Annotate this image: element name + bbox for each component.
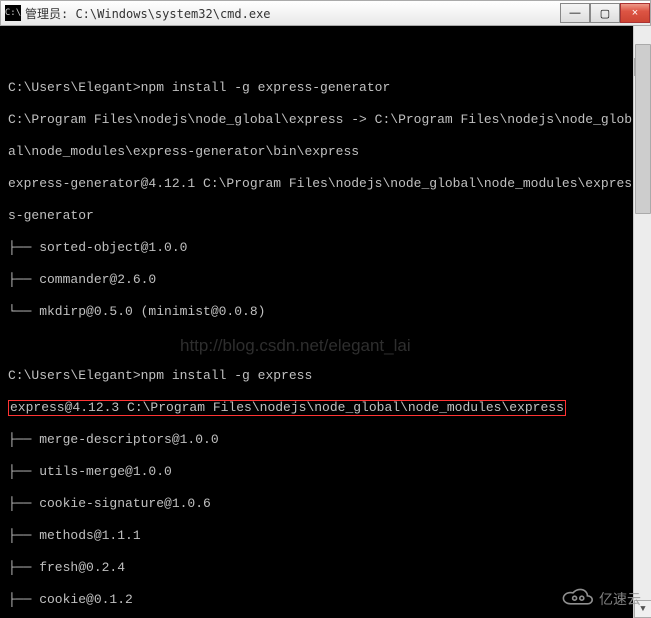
- prompt-line: C:\Users\Elegant>npm install -g express: [8, 368, 645, 384]
- minimize-button[interactable]: —: [560, 3, 590, 23]
- prompt-line: C:\Users\Elegant>npm install -g express-…: [8, 80, 645, 96]
- output-line: [8, 48, 645, 64]
- brand-text: 亿速云: [599, 589, 641, 609]
- output-line: express@4.12.3 C:\Program Files\nodejs\n…: [8, 400, 645, 416]
- output-line: al\node_modules\express-generator\bin\ex…: [8, 144, 645, 160]
- output-line: express-generator@4.12.1 C:\Program File…: [8, 176, 645, 192]
- dep-line: └── mkdirp@0.5.0 (minimist@0.0.8): [8, 304, 645, 320]
- scrollbar[interactable]: ▲ ▼: [633, 26, 651, 618]
- terminal-output[interactable]: C:\Users\Elegant>npm install -g express-…: [0, 26, 651, 618]
- window-controls: — ▢ ×: [560, 3, 650, 23]
- dep-line: ├── merge-descriptors@1.0.0: [8, 432, 645, 448]
- dep-line: ├── fresh@0.2.4: [8, 560, 645, 576]
- output-line: C:\Program Files\nodejs\node_global\expr…: [8, 112, 645, 128]
- titlebar: C:\ 管理员: C:\Windows\system32\cmd.exe — ▢…: [0, 0, 651, 26]
- dep-line: ├── methods@1.1.1: [8, 528, 645, 544]
- dep-line: ├── commander@2.6.0: [8, 272, 645, 288]
- dep-line: ├── cookie@0.1.2: [8, 592, 645, 608]
- brand-logo-icon: [561, 588, 593, 610]
- brand-watermark: 亿速云: [561, 588, 641, 610]
- dep-line: ├── cookie-signature@1.0.6: [8, 496, 645, 512]
- scroll-thumb[interactable]: [635, 44, 651, 214]
- close-button[interactable]: ×: [620, 3, 650, 23]
- dep-line: ├── sorted-object@1.0.0: [8, 240, 645, 256]
- output-line: [8, 336, 645, 352]
- dep-line: ├── utils-merge@1.0.0: [8, 464, 645, 480]
- output-line: s-generator: [8, 208, 645, 224]
- highlighted-path: express@4.12.3 C:\Program Files\nodejs\n…: [8, 400, 566, 416]
- window-title: 管理员: C:\Windows\system32\cmd.exe: [25, 5, 560, 22]
- maximize-button[interactable]: ▢: [590, 3, 620, 23]
- cmd-icon: C:\: [5, 5, 21, 21]
